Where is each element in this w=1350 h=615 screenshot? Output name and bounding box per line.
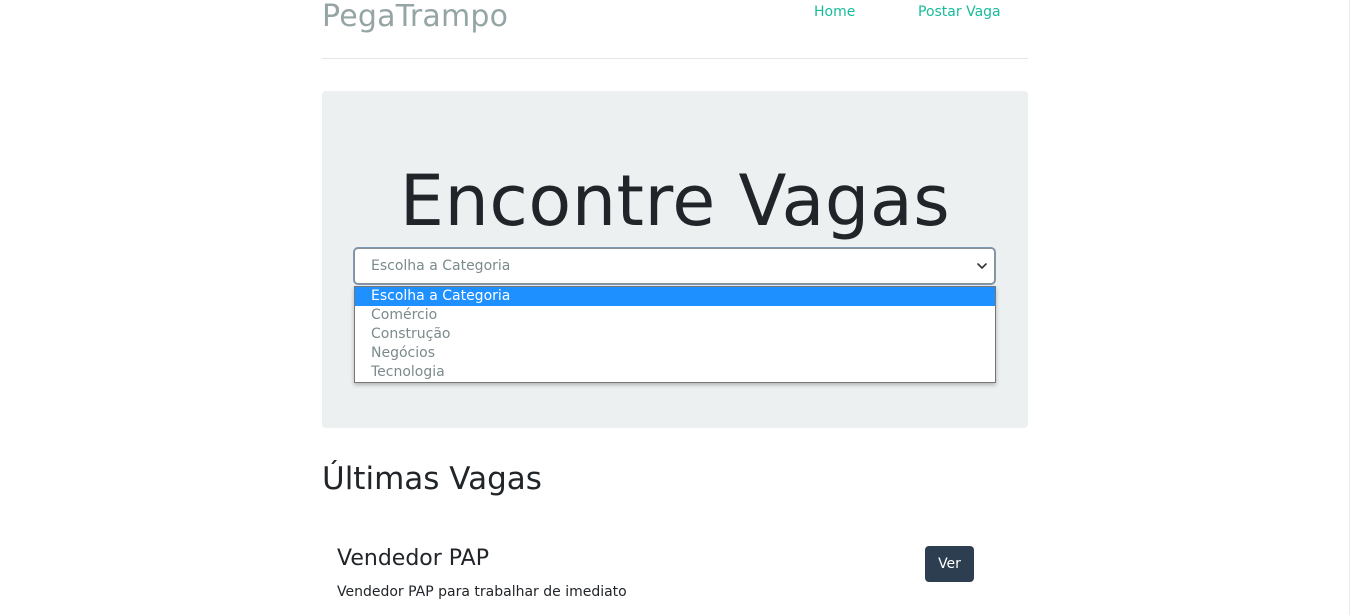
job-item-title: Vendedor PAP: [337, 546, 489, 571]
view-job-button[interactable]: Ver: [925, 546, 974, 582]
nav-link-post-job[interactable]: Postar Vaga: [918, 4, 1001, 20]
latest-jobs-title: Últimas Vagas: [322, 461, 542, 497]
category-option-default[interactable]: Escolha a Categoria: [355, 287, 995, 306]
category-dropdown-list: Escolha a Categoria Comércio Construção …: [354, 286, 996, 383]
site-header: PegaTrampo Home Postar Vaga: [322, 0, 1028, 59]
category-option-negocios[interactable]: Negócios: [355, 344, 995, 363]
chevron-down-icon: [977, 263, 987, 269]
category-option-construcao[interactable]: Construção: [355, 325, 995, 344]
nav-link-home[interactable]: Home: [814, 4, 855, 20]
category-option-tecnologia[interactable]: Tecnologia: [355, 363, 995, 382]
hero-title: Encontre Vagas: [399, 160, 951, 242]
page-container: PegaTrampo Home Postar Vaga Encontre Vag…: [322, 0, 1028, 600]
category-option-comercio[interactable]: Comércio: [355, 306, 995, 325]
category-select[interactable]: Escolha a Categoria: [354, 248, 995, 284]
brand-logo-text[interactable]: PegaTrampo: [322, 0, 508, 39]
job-item-description: Vendedor PAP para trabalhar de imediato: [337, 584, 627, 600]
category-select-value: Escolha a Categoria: [371, 258, 511, 274]
